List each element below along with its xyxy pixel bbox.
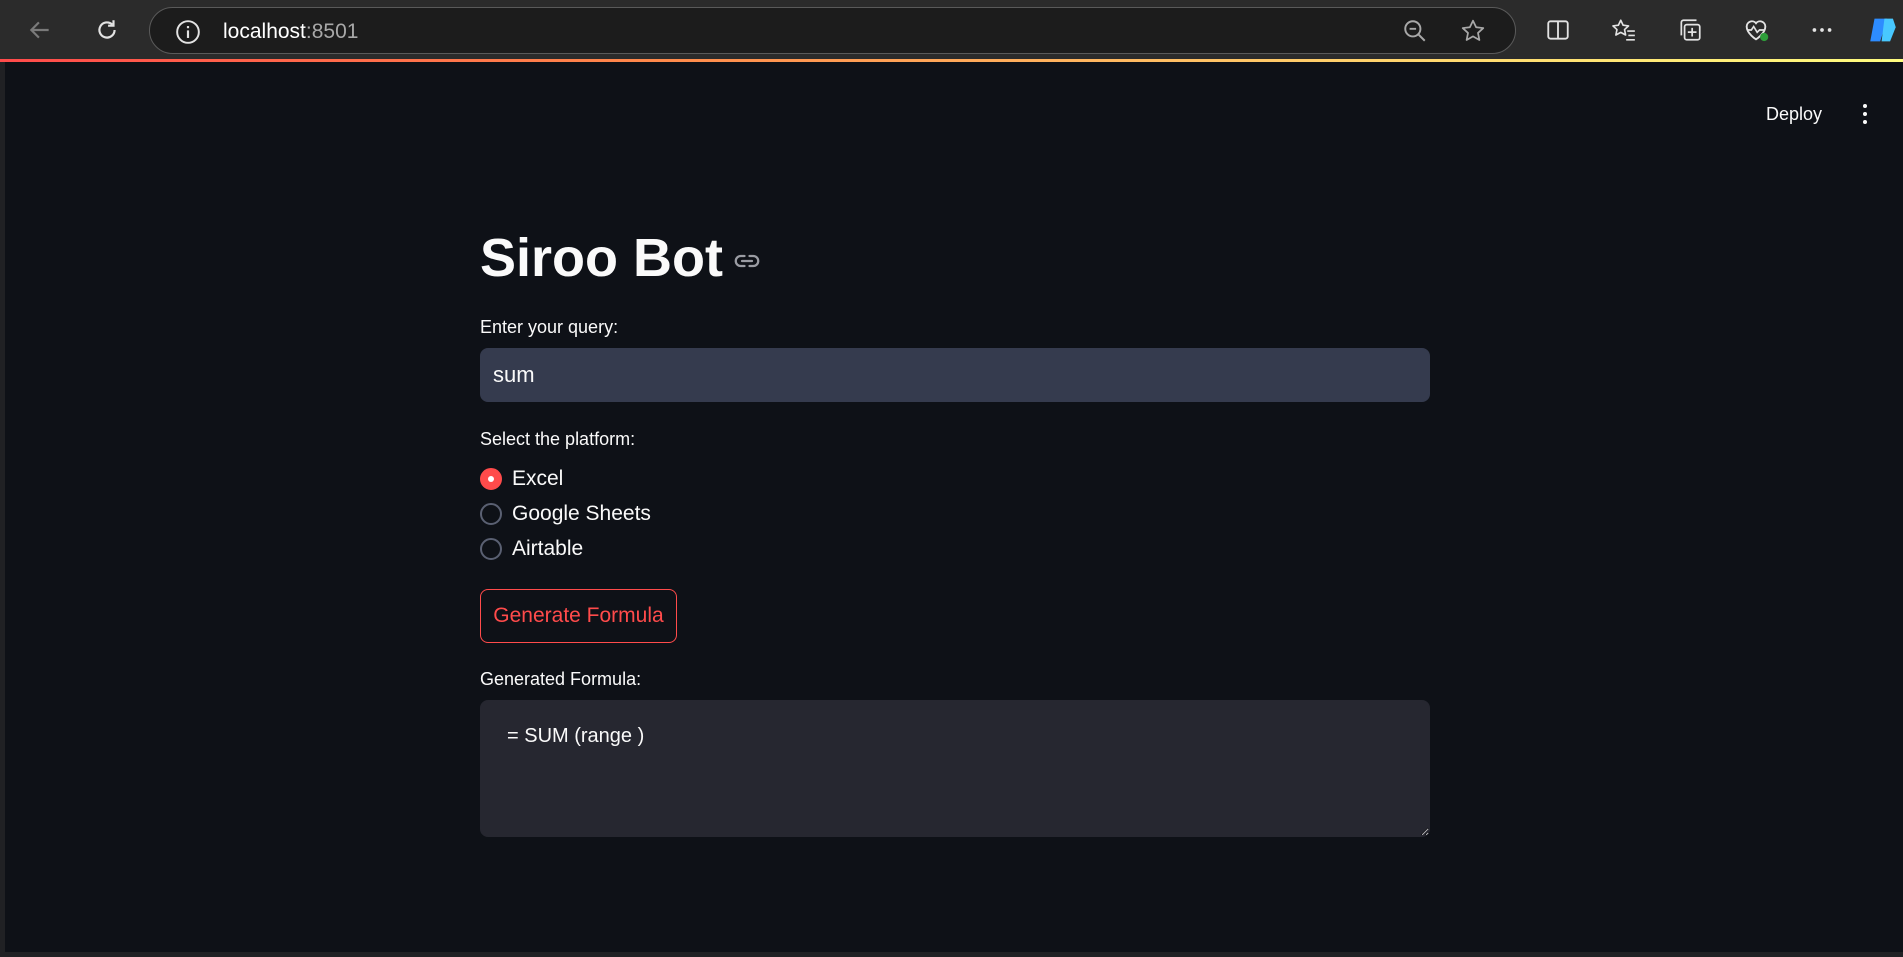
radio-unchecked-icon[interactable] — [480, 503, 502, 525]
url-text: localhost:8501 — [223, 19, 358, 45]
copilot-icon — [1869, 18, 1896, 42]
radio-option-airtable[interactable]: Airtable — [480, 534, 583, 564]
address-bar[interactable]: localhost:8501 — [149, 7, 1516, 54]
refresh-icon — [98, 20, 116, 39]
split-screen-icon — [1547, 20, 1569, 40]
radio-option-excel[interactable]: Excel — [480, 464, 563, 494]
main-menu-button[interactable] — [1850, 98, 1880, 130]
copilot-button[interactable] — [1862, 10, 1903, 50]
page-title: Siroo Bot — [480, 228, 723, 288]
radio-unchecked-icon[interactable] — [480, 538, 502, 560]
vertical-dots-icon — [1863, 104, 1867, 108]
generated-formula-textarea[interactable]: = SUM (range ) — [480, 700, 1430, 837]
favorites-list-icon — [1612, 19, 1635, 41]
radio-label-airtable: Airtable — [512, 537, 584, 560]
generate-formula-button[interactable]: Generate Formula — [480, 589, 677, 643]
deploy-button[interactable]: Deploy — [1756, 96, 1832, 132]
radio-checked-icon[interactable] — [480, 468, 502, 490]
favorites-button[interactable] — [1602, 10, 1646, 50]
more-horizontal-icon — [1812, 28, 1832, 32]
query-input[interactable] — [480, 348, 1430, 402]
app-container: Deploy Siroo Bot Enter your query: Selec… — [5, 62, 1903, 952]
back-arrow-icon — [29, 21, 49, 39]
collections-button[interactable] — [1668, 10, 1712, 50]
split-screen-button[interactable] — [1536, 10, 1580, 50]
star-icon[interactable] — [1460, 18, 1486, 49]
query-label: Enter your query: — [480, 317, 619, 337]
link-icon[interactable] — [732, 246, 762, 276]
zoom-out-icon[interactable] — [1402, 18, 1428, 49]
browser-essentials-button[interactable] — [1734, 10, 1778, 50]
radio-option-google-sheets[interactable]: Google Sheets — [480, 499, 651, 529]
platform-label: Select the platform: — [480, 429, 636, 449]
generated-formula-label: Generated Formula: — [480, 669, 642, 689]
back-button[interactable] — [18, 10, 62, 50]
heart-pulse-icon — [1745, 20, 1769, 42]
radio-label-google-sheets: Google Sheets — [512, 502, 651, 525]
settings-more-button[interactable] — [1800, 10, 1844, 50]
url-host: localhost — [223, 20, 306, 43]
refresh-button[interactable] — [85, 10, 129, 50]
info-icon[interactable] — [175, 19, 201, 45]
radio-label-excel: Excel — [512, 467, 564, 490]
url-port: :8501 — [305, 20, 359, 43]
collections-icon — [1680, 19, 1701, 41]
browser-toolbar: localhost:8501 — [0, 0, 1903, 62]
